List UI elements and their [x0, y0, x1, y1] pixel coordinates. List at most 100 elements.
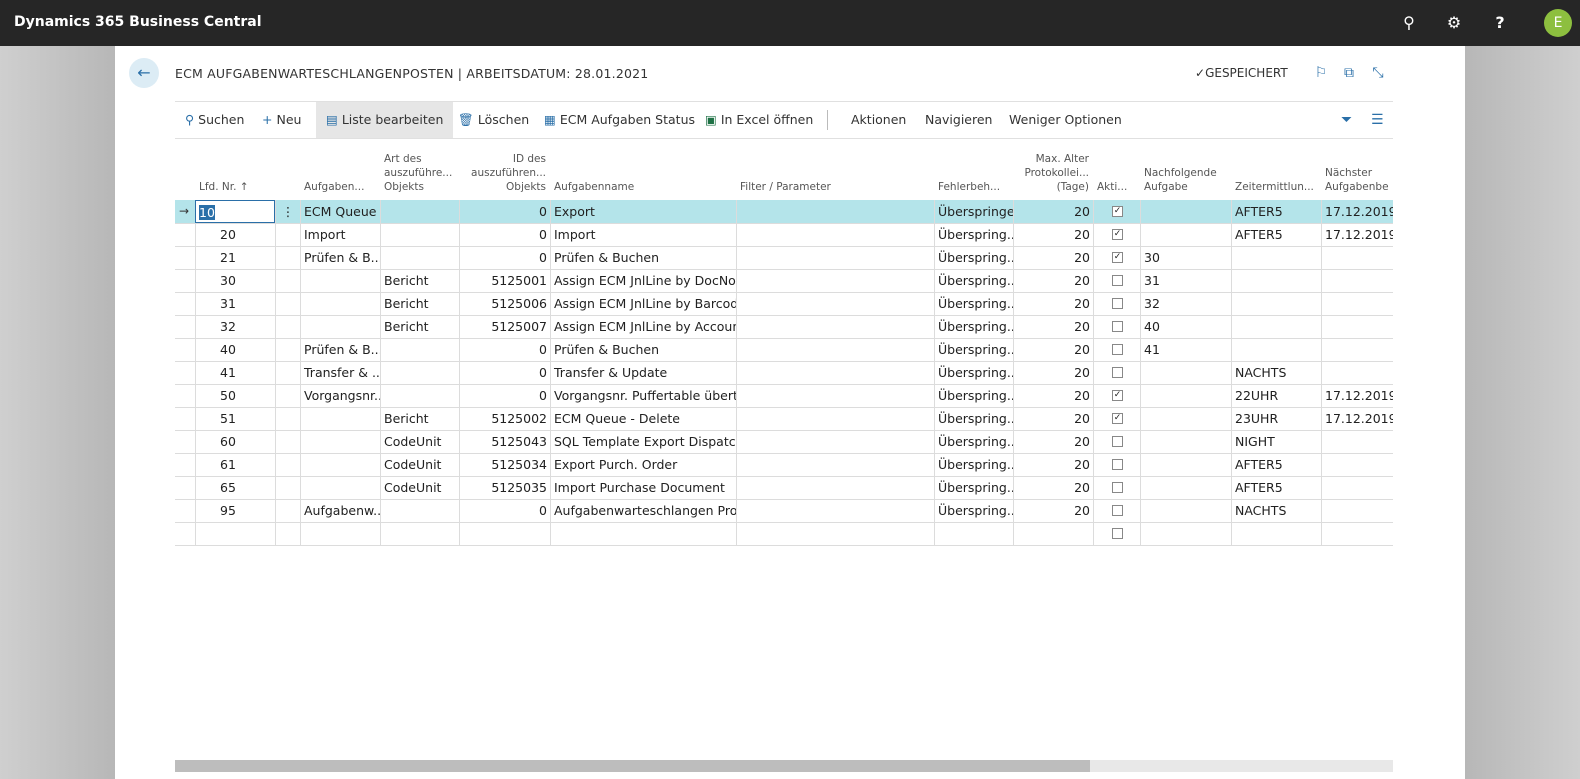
active-checkbox[interactable] [1112, 459, 1123, 470]
cell-art[interactable]: Bericht [380, 315, 459, 338]
cell-max[interactable]: 20 [1013, 338, 1093, 361]
cell-filter[interactable] [736, 499, 934, 522]
cell-id[interactable]: 5125001 [459, 269, 550, 292]
new-button[interactable]: + Neu [262, 102, 301, 138]
cell-fehler[interactable]: Überspring... [934, 384, 1013, 407]
navigieren-menu[interactable]: Navigieren [925, 102, 992, 138]
table-row[interactable]: 30 Bericht 5125001 Assign ECM JnlLine by Do… [175, 269, 1393, 293]
table-row[interactable]: 41 Transfer & ... 0 Transfer & Update Übersp… [175, 361, 1393, 385]
cell-nachf[interactable]: 32 [1140, 292, 1231, 315]
cell-id[interactable]: 0 [459, 384, 550, 407]
ecm-status-button[interactable]: ▦ ECM Aufgaben Status [544, 102, 695, 138]
row-menu-button[interactable] [275, 430, 300, 453]
cell-nr[interactable]: 21 [195, 246, 275, 269]
cell-aufg[interactable]: Aufgabenw... [300, 499, 380, 522]
cell-naechster[interactable] [1321, 315, 1393, 338]
cell-art[interactable] [380, 361, 459, 384]
table-row[interactable]: → 10 ⋮ECM Queue a 0Export Überspringen20 ✓ AFT… [175, 200, 1393, 224]
table-row[interactable]: 21 Prüfen & B... 0 Prüfen & Buchen Übersprin… [175, 246, 1393, 270]
cell-max[interactable]: 20 [1013, 223, 1093, 246]
row-menu-button[interactable] [275, 476, 300, 499]
row-menu-button[interactable] [275, 407, 300, 430]
cell-id[interactable]: 5125043 [459, 430, 550, 453]
selected-nr-text[interactable]: 10 [199, 205, 215, 220]
cell-art[interactable]: CodeUnit [380, 476, 459, 499]
cell-naechster[interactable] [1321, 292, 1393, 315]
cell-max[interactable]: 20 [1013, 430, 1093, 453]
table-row[interactable]: 31 Bericht 5125006 Assign ECM JnlLine by Ba… [175, 292, 1393, 316]
cell-nachf[interactable] [1140, 430, 1231, 453]
cell-nachf[interactable] [1140, 453, 1231, 476]
cell-art[interactable] [380, 200, 459, 223]
cell-zeit[interactable] [1231, 246, 1321, 269]
cell-id[interactable]: 5125002 [459, 407, 550, 430]
cell-nachf[interactable] [1140, 384, 1231, 407]
cell-zeit[interactable]: AFTER5 [1231, 453, 1321, 476]
cell-naechster[interactable]: 17.12.2019 1 [1321, 200, 1393, 223]
cell-nr[interactable]: 51 [195, 407, 275, 430]
cell-zeit[interactable] [1231, 315, 1321, 338]
active-checkbox[interactable] [1112, 321, 1123, 332]
help-icon[interactable]: ? [1489, 12, 1511, 34]
cell-art[interactable]: Bericht [380, 407, 459, 430]
row-menu-button[interactable] [275, 384, 300, 407]
cell-max[interactable]: 20 [1013, 407, 1093, 430]
cell-fehler[interactable]: Überspring... [934, 499, 1013, 522]
column-header-nachf[interactable]: Nachfolgende Aufgabe [1144, 152, 1227, 194]
active-checkbox-cell[interactable] [1093, 361, 1140, 384]
active-checkbox-cell[interactable] [1093, 269, 1140, 292]
cell-fehler[interactable]: Überspring... [934, 246, 1013, 269]
cell-aufg[interactable]: Transfer & ... [300, 361, 380, 384]
cell-art[interactable]: CodeUnit [380, 453, 459, 476]
cell-max[interactable]: 20 [1013, 499, 1093, 522]
cell-zeit[interactable] [1231, 269, 1321, 292]
column-header-fehler[interactable]: Fehlerbeh... [938, 152, 1009, 194]
cell-name[interactable]: Assign ECM JnlLine by Barcode [550, 292, 736, 315]
table-row[interactable] [175, 522, 1393, 546]
table-row[interactable]: 40 Prüfen & B... 0 Prüfen & Buchen Übersprin… [175, 338, 1393, 362]
column-header-filter[interactable]: Filter / Parameter [740, 152, 930, 194]
active-checkbox[interactable] [1112, 528, 1123, 539]
table-row[interactable]: 51 Bericht 5125002 ECM Queue - Delete Übersp… [175, 407, 1393, 431]
cell-id[interactable]: 0 [459, 200, 550, 223]
row-menu-button[interactable]: ⋮ [275, 200, 300, 223]
cell-nachf[interactable] [1140, 361, 1231, 384]
cell-id[interactable]: 0 [459, 361, 550, 384]
cell-filter[interactable] [736, 292, 934, 315]
cell-name[interactable]: SQL Template Export Dispatcher [550, 430, 736, 453]
cell-name[interactable]: Export [550, 200, 736, 223]
delete-button[interactable]: 🗑 Löschen [458, 102, 529, 138]
cell-naechster[interactable]: 17.12.2019 2 [1321, 407, 1393, 430]
cell-zeit[interactable]: 22UHR [1231, 384, 1321, 407]
active-checkbox-cell[interactable]: ✓ [1093, 223, 1140, 246]
active-checkbox-cell[interactable] [1093, 453, 1140, 476]
cell-naechster[interactable] [1321, 246, 1393, 269]
table-row[interactable]: 20 Import 0 Import Überspring... 20 ✓ AFTER5 17.… [175, 223, 1393, 247]
cell-id[interactable]: 5125034 [459, 453, 550, 476]
cell-nachf[interactable]: 40 [1140, 315, 1231, 338]
row-menu-button[interactable] [275, 292, 300, 315]
cell-zeit[interactable]: AFTER5 [1231, 476, 1321, 499]
cell-fehler[interactable] [934, 522, 1013, 545]
cell-aufg[interactable] [300, 292, 380, 315]
cell-name[interactable]: Export Purch. Order [550, 453, 736, 476]
row-menu-button[interactable] [275, 315, 300, 338]
cell-nachf[interactable] [1140, 476, 1231, 499]
cell-max[interactable]: 20 [1013, 453, 1093, 476]
active-checkbox-cell[interactable] [1093, 315, 1140, 338]
cell-id[interactable]: 5125006 [459, 292, 550, 315]
cell-name[interactable]: Import [550, 223, 736, 246]
cell-nachf[interactable] [1140, 499, 1231, 522]
cell-art[interactable] [380, 223, 459, 246]
cell-nr[interactable]: 31 [195, 292, 275, 315]
cell-nr[interactable]: 95 [195, 499, 275, 522]
cell-naechster[interactable] [1321, 499, 1393, 522]
cell-naechster[interactable] [1321, 522, 1393, 545]
cell-naechster[interactable] [1321, 476, 1393, 499]
avatar[interactable]: E [1544, 9, 1572, 37]
active-checkbox-cell[interactable] [1093, 476, 1140, 499]
cell-nr[interactable]: 50 [195, 384, 275, 407]
row-menu-button[interactable] [275, 453, 300, 476]
cell-art[interactable] [380, 522, 459, 545]
list-view-icon[interactable]: ☰ [1371, 102, 1384, 138]
